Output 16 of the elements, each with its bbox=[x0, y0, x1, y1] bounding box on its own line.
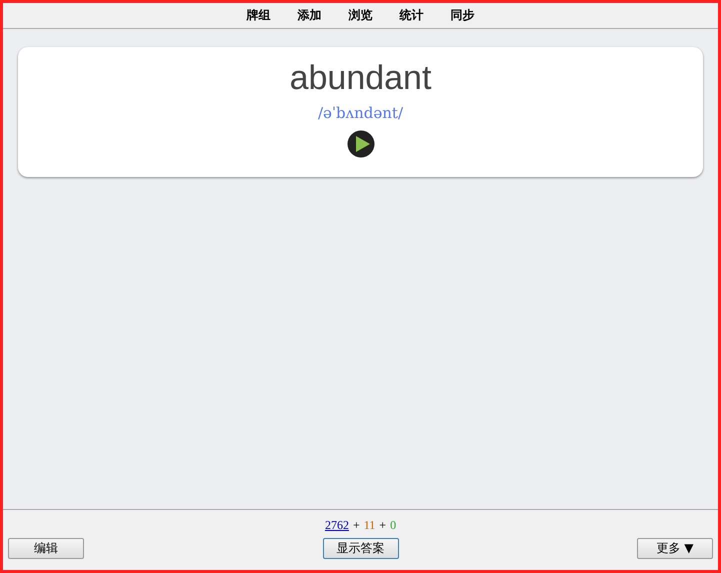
count-link[interactable]: 2762 bbox=[324, 518, 349, 533]
phonetic-text: /əˈbʌndənt/ bbox=[318, 104, 403, 122]
plus-sign: + bbox=[352, 518, 360, 533]
plus-sign: + bbox=[379, 518, 386, 533]
edit-button[interactable]: 编辑 bbox=[8, 538, 84, 559]
menu-item[interactable]: 牌组 bbox=[246, 7, 270, 24]
show-answer-button[interactable]: 显示答案 bbox=[322, 538, 398, 559]
play-icon[interactable] bbox=[346, 130, 374, 158]
menu-item[interactable]: 添加 bbox=[298, 7, 322, 24]
menu-item[interactable]: 同步 bbox=[450, 7, 474, 24]
more-button[interactable]: 更多 ▼ bbox=[637, 538, 713, 559]
word-text: abundant bbox=[290, 59, 432, 98]
count-text: 11 bbox=[364, 518, 376, 533]
menu-item[interactable]: 统计 bbox=[400, 7, 424, 24]
menu-item[interactable]: 浏览 bbox=[348, 7, 372, 24]
count-text: 0 bbox=[390, 518, 396, 533]
